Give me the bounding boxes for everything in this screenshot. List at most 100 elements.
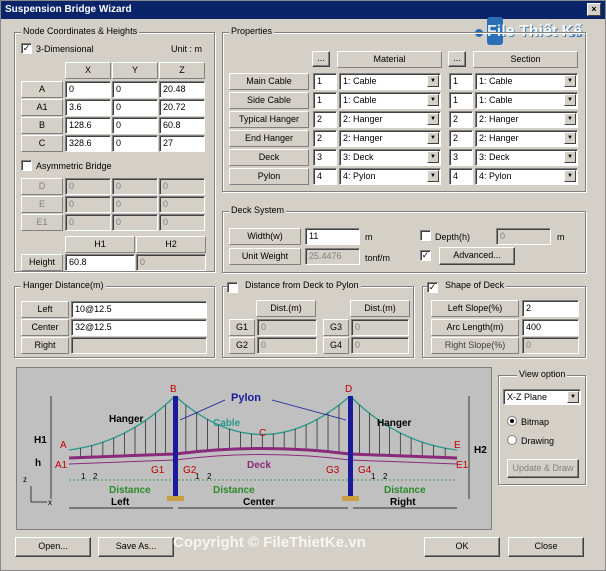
a-z-input[interactable]: 20.48 — [159, 81, 205, 98]
height-h2-input[interactable]: 0 — [136, 254, 206, 271]
material-number-side-cable[interactable]: 1 — [313, 92, 337, 109]
chevron-down-icon[interactable]: ▼ — [427, 75, 439, 87]
deck-to-pylon-checkbox[interactable] — [227, 282, 238, 293]
pylon-arrow-right — [271, 399, 347, 421]
g2-input[interactable]: 0 — [257, 337, 317, 354]
unit-weight-input[interactable]: 25.4476 — [305, 248, 360, 265]
material-select-main-cable[interactable]: 1: Cable ▼ — [339, 73, 441, 90]
material-number-deck[interactable]: 3 — [313, 149, 337, 166]
g1-input[interactable]: 0 — [257, 319, 317, 336]
chevron-down-icon[interactable]: ▼ — [564, 94, 576, 106]
close-icon[interactable]: × — [587, 3, 601, 16]
chevron-down-icon[interactable]: ▼ — [564, 113, 576, 125]
section-number-pylon[interactable]: 4 — [449, 168, 473, 185]
bitmap-radio[interactable] — [507, 416, 517, 426]
a-x-input[interactable]: 0 — [65, 81, 111, 98]
a1-z-input[interactable]: 20.72 — [159, 99, 205, 116]
section-select-main-cable[interactable]: 1: Cable ▼ — [475, 73, 578, 90]
depth-input[interactable]: 0 — [496, 228, 551, 245]
a1-x-input[interactable]: 3.6 — [65, 99, 111, 116]
chevron-down-icon[interactable]: ▼ — [427, 170, 439, 182]
b-x-input[interactable]: 128.6 — [65, 117, 111, 134]
hanger-right-input[interactable] — [71, 337, 207, 354]
e1-x-input[interactable]: 0 — [65, 214, 111, 231]
chevron-down-icon[interactable]: ▼ — [564, 151, 576, 163]
e-z-input[interactable]: 0 — [159, 196, 205, 213]
arc-length-input[interactable]: 400 — [522, 319, 579, 336]
asymmetric-bridge-checkbox[interactable] — [21, 160, 32, 171]
material-dots-button[interactable]: ... — [312, 51, 330, 67]
hanger-center-input[interactable]: 32@12.5 — [71, 319, 207, 336]
g3-label: G3 — [323, 319, 349, 336]
right-slope-input[interactable]: 0 — [522, 337, 579, 354]
advanced-checkbox[interactable]: ✓ — [420, 250, 431, 261]
col-header-y: Y — [112, 62, 158, 79]
section-number-typical-hanger[interactable]: 2 — [449, 111, 473, 128]
d-y-input[interactable]: 0 — [112, 178, 158, 195]
height-h1-input[interactable]: 60.8 — [65, 254, 135, 271]
e1-y-input[interactable]: 0 — [112, 214, 158, 231]
hanger-left-input[interactable]: 10@12.5 — [71, 301, 207, 318]
section-select-side-cable[interactable]: 1: Cable ▼ — [475, 92, 578, 109]
chevron-down-icon[interactable]: ▼ — [427, 94, 439, 106]
chevron-down-icon[interactable]: ▼ — [427, 132, 439, 144]
section-select-deck[interactable]: 3: Deck ▼ — [475, 149, 578, 166]
update-draw-button[interactable]: Update & Draw — [507, 459, 579, 478]
material-select-pylon[interactable]: 4: Pylon ▼ — [339, 168, 441, 185]
depth-checkbox[interactable] — [420, 230, 431, 241]
drawing-radio[interactable] — [507, 435, 517, 445]
width-input[interactable]: 11 — [305, 228, 360, 245]
chevron-down-icon[interactable]: ▼ — [567, 391, 579, 403]
material-select-side-cable[interactable]: 1: Cable ▼ — [339, 92, 441, 109]
material-number-pylon[interactable]: 4 — [313, 168, 337, 185]
shape-of-deck-checkbox[interactable]: ✓ — [427, 282, 438, 293]
chevron-down-icon[interactable]: ▼ — [427, 113, 439, 125]
section-number-main-cable[interactable]: 1 — [449, 73, 473, 90]
material-number-end-hanger[interactable]: 2 — [313, 130, 337, 147]
c-x-input[interactable]: 328.6 — [65, 135, 111, 152]
material-number-typical-hanger[interactable]: 2 — [313, 111, 337, 128]
unit-weight-unit: tonf/m — [365, 253, 391, 263]
chevron-down-icon[interactable]: ▼ — [564, 132, 576, 144]
section-dots-button[interactable]: ... — [448, 51, 466, 67]
b-z-input[interactable]: 60.8 — [159, 117, 205, 134]
g3-input[interactable]: 0 — [351, 319, 409, 336]
e-y-input[interactable]: 0 — [112, 196, 158, 213]
a1-y-input[interactable]: 0 — [112, 99, 158, 116]
material-number-main-cable[interactable]: 1 — [313, 73, 337, 90]
chevron-down-icon[interactable]: ▼ — [564, 75, 576, 87]
chevron-down-icon[interactable]: ▼ — [564, 170, 576, 182]
left-slope-input[interactable]: 2 — [522, 300, 579, 317]
d-x-input[interactable]: 0 — [65, 178, 111, 195]
e-x-input[interactable]: 0 — [65, 196, 111, 213]
d-z-input[interactable]: 0 — [159, 178, 205, 195]
section-number-side-cable[interactable]: 1 — [449, 92, 473, 109]
a-y-input[interactable]: 0 — [112, 81, 158, 98]
c-y-input[interactable]: 0 — [112, 135, 158, 152]
section-select-end-hanger[interactable]: 2: Hanger ▼ — [475, 130, 578, 147]
plane-select[interactable]: X-Z Plane ▼ — [503, 389, 581, 405]
properties-group-title: Properties — [229, 26, 275, 36]
section-number-end-hanger[interactable]: 2 — [449, 130, 473, 147]
save-as-button[interactable]: Save As... — [98, 537, 174, 557]
material-select-end-hanger[interactable]: 2: Hanger ▼ — [339, 130, 441, 147]
material-select-typical-hanger[interactable]: 2: Hanger ▼ — [339, 111, 441, 128]
material-select-deck[interactable]: 3: Deck ▼ — [339, 149, 441, 166]
section-select-pylon[interactable]: 4: Pylon ▼ — [475, 168, 578, 185]
section-number-deck[interactable]: 3 — [449, 149, 473, 166]
material-value-end-hanger: 2: Hanger — [343, 133, 383, 143]
section-select-typical-hanger[interactable]: 2: Hanger ▼ — [475, 111, 578, 128]
b-y-input[interactable]: 0 — [112, 117, 158, 134]
advanced-button[interactable]: Advanced... — [439, 247, 515, 265]
three-dimensional-checkbox[interactable]: ✓ — [21, 43, 32, 54]
label-hanger-left: Hanger — [109, 414, 144, 425]
chevron-down-icon[interactable]: ▼ — [427, 151, 439, 163]
g4-input[interactable]: 0 — [351, 337, 409, 354]
open-button[interactable]: Open... — [15, 537, 91, 557]
label-spacing-1b: 1 — [195, 472, 200, 481]
e1-z-input[interactable]: 0 — [159, 214, 205, 231]
close-button[interactable]: Close — [508, 537, 584, 557]
row-label-a: A — [21, 81, 63, 98]
ok-button[interactable]: OK — [424, 537, 500, 557]
c-z-input[interactable]: 27 — [159, 135, 205, 152]
